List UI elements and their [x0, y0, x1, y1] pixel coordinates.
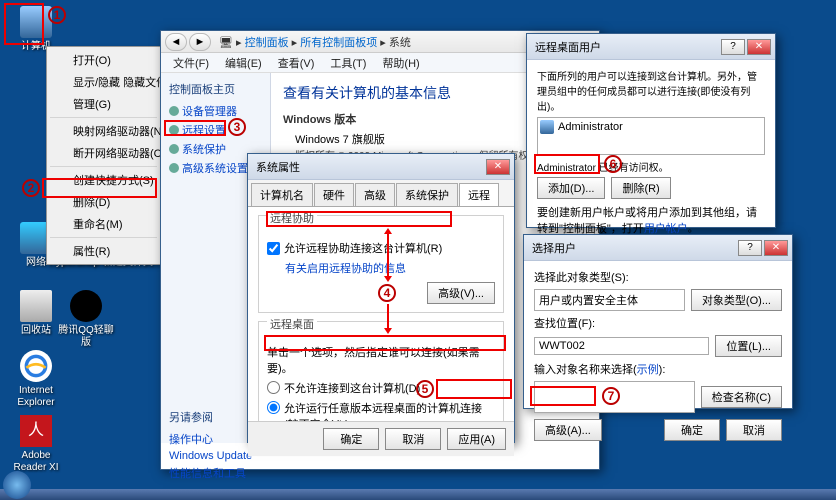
separator	[50, 237, 157, 238]
names-input[interactable]	[534, 381, 695, 413]
tab-protect[interactable]: 系统保护	[396, 183, 458, 206]
ctx-shortcut[interactable]: 创建快捷方式(S)	[49, 169, 158, 191]
shield-icon	[169, 163, 179, 173]
separator	[50, 117, 157, 118]
bc-cp[interactable]: 控制面板	[245, 37, 289, 49]
breadcrumb[interactable]: 🖥 ▸ 控制面板 ▸ 所有控制面板项 ▸ 系统	[213, 32, 417, 52]
assist-advanced-button[interactable]: 高级(V)...	[427, 282, 495, 304]
menu-file[interactable]: 文件(F)	[165, 53, 217, 72]
create-note: 要创建新用户帐户或将用户添加到其他组，请转到"控制面板"，打开用户帐户。	[537, 204, 765, 236]
tab-strip: 计算机名 硬件 高级 系统保护 远程	[248, 180, 514, 207]
ok-button[interactable]: 确定	[664, 419, 720, 441]
location-field: WWT002	[534, 337, 709, 355]
titlebar[interactable]: 远程桌面用户 ?✕	[527, 34, 775, 60]
cancel-button[interactable]: 取消	[726, 419, 782, 441]
remote-assist-group: 远程协助 允许远程协助连接这台计算机(R) 有关启用远程协助的信息 高级(V).…	[258, 215, 504, 313]
ctx-manage[interactable]: 管理(G)	[49, 93, 158, 115]
bc-sys: 系统	[389, 37, 411, 49]
ru-desc: 下面所列的用户可以连接到这台计算机。另外，管理员组中的任何成员都可以进行连接(即…	[537, 68, 765, 113]
dialog-footer: 确定 取消 应用(A)	[248, 421, 514, 456]
sidebar-perf[interactable]: 性能信息和工具	[169, 465, 262, 481]
location-button[interactable]: 位置(L)...	[715, 335, 782, 357]
apply-button[interactable]: 应用(A)	[447, 428, 506, 450]
object-type-button[interactable]: 对象类型(O)...	[691, 289, 782, 311]
help-button[interactable]: ?	[721, 39, 745, 55]
cancel-button[interactable]: 取消	[385, 428, 441, 450]
ie-icon[interactable]: Internet Explorer	[6, 350, 66, 409]
obj-label: 选择此对象类型(S):	[534, 269, 782, 285]
ctx-rename[interactable]: 重命名(M)	[49, 213, 158, 235]
assist-legend: 远程协助	[267, 210, 317, 226]
forward-button[interactable]: ►	[189, 33, 211, 51]
start-button[interactable]	[3, 471, 31, 499]
system-properties-dialog: 系统属性 ✕ 计算机名 硬件 高级 系统保护 远程 远程协助 允许远程协助连接这…	[247, 153, 515, 443]
names-label: 输入对象名称来选择(示例):	[534, 361, 782, 377]
tab-remote[interactable]: 远程	[459, 183, 499, 206]
ctx-disconnect[interactable]: 断开网络驱动器(C)...	[49, 142, 158, 164]
ctx-map-drive[interactable]: 映射网络驱动器(N)...	[49, 120, 158, 142]
adobe-icon[interactable]: 人Adobe Reader XI	[6, 415, 66, 474]
shield-icon	[169, 125, 179, 135]
ctx-delete[interactable]: 删除(D)	[49, 191, 158, 213]
bc-all[interactable]: 所有控制面板项	[300, 37, 377, 49]
sidebar-remote[interactable]: 远程设置	[169, 122, 262, 138]
allow-assist-checkbox[interactable]: 允许远程协助连接这台计算机(R)	[267, 240, 495, 256]
close-button[interactable]: ✕	[486, 159, 510, 175]
bc-icon: 🖥	[219, 37, 233, 49]
ctx-view[interactable]: 显示/隐藏 隐藏文件	[49, 71, 158, 93]
qq-icon[interactable]: 腾讯QQ轻聊版	[56, 290, 116, 349]
ie-label: Internet Explorer	[6, 385, 66, 409]
tab-hardware[interactable]: 硬件	[314, 183, 354, 206]
title-text: 系统属性	[252, 159, 486, 175]
computer-context-menu: 打开(O) 显示/隐藏 隐藏文件 管理(G) 映射网络驱动器(N)... 断开网…	[46, 46, 161, 265]
tab-computer-name[interactable]: 计算机名	[251, 183, 313, 206]
title-text: 选择用户	[528, 240, 738, 256]
add-button[interactable]: 添加(D)...	[537, 177, 605, 199]
tab-advanced[interactable]: 高级	[355, 183, 395, 206]
ok-button[interactable]: 确定	[323, 428, 379, 450]
access-note: Administrator 已经有访问权。	[537, 159, 765, 174]
remote-desktop-group: 远程桌面 单击一个选项，然后指定谁可以连接(如果需要)。 不允许连接到这台计算机…	[258, 321, 504, 421]
close-button[interactable]: ✕	[764, 240, 788, 256]
close-button[interactable]: ✕	[747, 39, 771, 55]
titlebar[interactable]: 选择用户 ?✕	[524, 235, 792, 261]
menu-tools[interactable]: 工具(T)	[322, 53, 374, 72]
titlebar[interactable]: 系统属性 ✕	[248, 154, 514, 180]
user-icon	[540, 120, 554, 134]
shield-icon	[169, 106, 179, 116]
back-button[interactable]: ◄	[165, 33, 187, 51]
advanced-button[interactable]: 高级(A)...	[534, 419, 602, 441]
remove-button[interactable]: 删除(R)	[611, 177, 670, 199]
remote-users-dialog: 远程桌面用户 ?✕ 下面所列的用户可以连接到这台计算机。另外，管理员组中的任何成…	[526, 33, 776, 228]
select-users-dialog: 选择用户 ?✕ 选择此对象类型(S): 用户或内置安全主体对象类型(O)... …	[523, 234, 793, 409]
rdp-legend: 远程桌面	[267, 316, 317, 332]
check-names-button[interactable]: 检查名称(C)	[701, 386, 782, 408]
shield-icon	[169, 144, 179, 154]
object-type-field: 用户或内置安全主体	[534, 289, 685, 311]
sidebar-header: 控制面板主页	[169, 81, 262, 97]
assist-learn-link[interactable]: 有关启用远程协助的信息	[285, 260, 495, 276]
menu-view[interactable]: 查看(V)	[270, 53, 323, 72]
rdp-opt-deny[interactable]: 不允许连接到这台计算机(D)	[267, 380, 495, 396]
users-list[interactable]: Administrator	[537, 117, 765, 155]
example-link[interactable]: 示例	[637, 364, 659, 376]
sidebar-devmgr[interactable]: 设备管理器	[169, 103, 262, 119]
rdp-desc: 单击一个选项，然后指定谁可以连接(如果需要)。	[267, 344, 495, 376]
rdp-opt-any[interactable]: 允许运行任意版本远程桌面的计算机连接 (较不安全)(L)	[267, 400, 495, 421]
loc-label: 查找位置(F):	[534, 315, 782, 331]
ctx-properties[interactable]: 属性(R)	[49, 240, 158, 262]
qq-label: 腾讯QQ轻聊版	[56, 325, 116, 349]
separator	[50, 166, 157, 167]
menu-help[interactable]: 帮助(H)	[374, 53, 427, 72]
help-button[interactable]: ?	[738, 240, 762, 256]
title-text: 远程桌面用户	[531, 39, 721, 55]
ctx-open[interactable]: 打开(O)	[49, 49, 158, 71]
taskbar[interactable]	[0, 489, 836, 500]
menu-edit[interactable]: 编辑(E)	[217, 53, 270, 72]
list-item[interactable]: Administrator	[540, 120, 762, 134]
